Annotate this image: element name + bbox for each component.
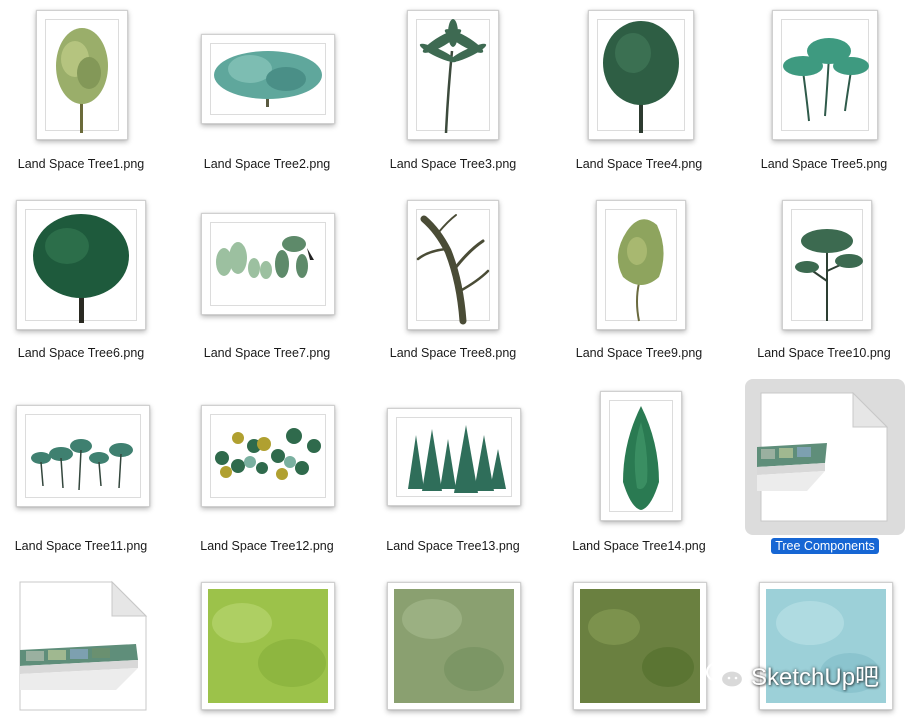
file-name: Land Space Tree5.png	[760, 157, 888, 171]
tree-image-icon	[216, 236, 314, 279]
file-thumbnail[interactable]	[588, 10, 694, 140]
file-thumbnail[interactable]	[772, 10, 878, 140]
tree-image-icon	[416, 214, 490, 325]
tree-image-icon	[623, 406, 659, 510]
tree-image-icon	[419, 19, 487, 134]
file-thumbnail[interactable]	[201, 34, 335, 124]
texture-thumbnail[interactable]	[201, 582, 335, 710]
file-name: Land Space Tree8.png	[389, 346, 517, 360]
file-name: Land Space Tree12.png	[200, 539, 334, 553]
tree-image-icon	[795, 229, 863, 321]
file-thumbnail[interactable]	[782, 200, 872, 330]
skp-document-icon[interactable]	[16, 580, 148, 712]
file-name: Land Space Tree13.png	[386, 539, 520, 553]
texture-thumbnail[interactable]	[387, 582, 521, 710]
watermark-text: SketchUp吧	[751, 664, 880, 691]
file-name: Land Space Tree14.png	[572, 539, 706, 553]
file-name: Land Space Tree3.png	[389, 157, 517, 171]
file-thumbnail[interactable]	[201, 213, 335, 315]
wechat-icon	[705, 660, 745, 689]
tree-image-icon	[214, 51, 322, 107]
tree-image-icon	[31, 439, 133, 491]
tree-image-icon	[408, 425, 506, 493]
file-name: Land Space Tree9.png	[575, 346, 703, 360]
file-name: Land Space Tree2.png	[203, 157, 331, 171]
file-name: Land Space Tree10.png	[757, 346, 891, 360]
file-name: Land Space Tree11.png	[14, 539, 148, 553]
tree-image-icon	[215, 428, 321, 480]
file-thumbnail[interactable]	[16, 200, 146, 330]
file-thumbnail[interactable]	[387, 408, 521, 506]
texture-image-icon	[208, 589, 328, 703]
file-thumbnail[interactable]	[16, 405, 150, 507]
file-thumbnail[interactable]	[201, 405, 335, 507]
file-name-selected: Tree Components	[725, 538, 905, 554]
skp-document-icon[interactable]	[757, 391, 889, 523]
tree-image-icon	[603, 21, 679, 133]
tree-image-icon	[56, 28, 108, 133]
tree-image-icon	[783, 38, 869, 122]
file-thumbnail[interactable]	[596, 200, 686, 330]
file-thumbnail[interactable]	[600, 391, 682, 521]
file-thumbnail[interactable]	[36, 10, 128, 140]
file-thumbnail[interactable]	[407, 200, 499, 330]
tree-image-icon	[617, 219, 664, 322]
file-name: Land Space Tree4.png	[575, 157, 703, 171]
file-name: Land Space Tree1.png	[17, 157, 145, 171]
selected-label: Tree Components	[771, 538, 879, 554]
watermark: SketchUp吧	[705, 657, 879, 692]
file-thumbnail[interactable]	[407, 10, 499, 140]
tree-image-icon	[33, 214, 129, 323]
texture-image-icon	[394, 589, 514, 703]
file-name: Land Space Tree7.png	[203, 346, 331, 360]
texture-image-icon	[580, 589, 700, 703]
texture-thumbnail[interactable]	[573, 582, 707, 710]
file-name: Land Space Tree6.png	[17, 346, 145, 360]
